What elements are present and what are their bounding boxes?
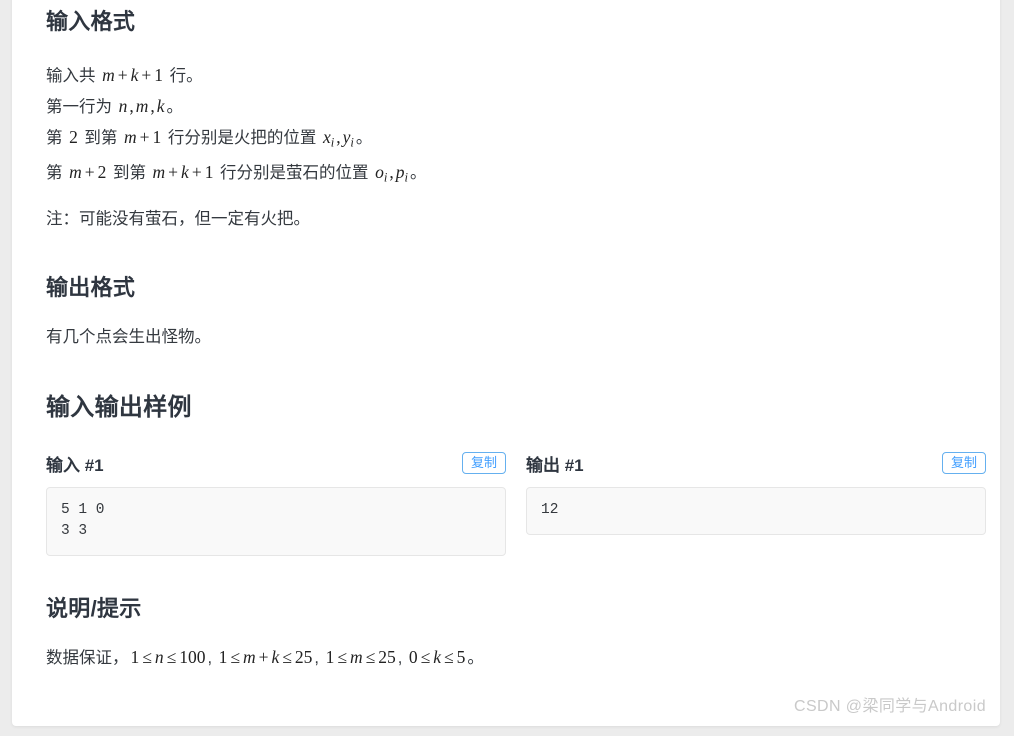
heading-samples: 输入输出样例 <box>46 394 192 421</box>
hint-sep-2: , <box>314 649 324 667</box>
line2-text-a: 第一行为 <box>46 98 117 116</box>
line4-math-3: oi, pi <box>375 162 408 185</box>
sample-input-block: 输入 #1 复制 5 1 0 3 3 <box>46 448 506 571</box>
hint-sep-3: , <box>397 649 407 667</box>
paragraph-input-format-note: 注：可能没有萤石，但一定有火把。 <box>46 210 310 228</box>
input-format-line-2: 第一行为 n, m, k。 <box>46 91 427 122</box>
copy-output-button[interactable]: 复制 <box>941 452 986 474</box>
sample-output-code[interactable]: 12 <box>526 487 986 535</box>
line4-text-a: 第 <box>46 164 68 183</box>
card-inner: 输入格式 输入共 m + k +1 行。 第一行为 n, m, k。 第 2 到第 m +1… <box>12 0 1000 726</box>
hint-sep-1: , <box>207 649 217 667</box>
hint-constraint-2: 1 ≤ m + k ≤25 <box>218 647 313 667</box>
paragraph-output-format: 有几个点会生出怪物。 <box>46 328 211 346</box>
heading-hint: 说明/提示 <box>46 596 142 621</box>
input-format-line-1: 输入共 m + k +1 行。 <box>46 60 427 91</box>
line4-text-d: 。 <box>410 164 427 183</box>
line3-math-3: xi, yi <box>322 127 354 150</box>
line1-text-b: 行。 <box>165 67 203 85</box>
sample-input-code[interactable]: 5 1 0 3 3 <box>46 487 506 556</box>
sample-input-title: 输入 #1 <box>46 455 104 475</box>
paragraph-hint: 数据保证， 1 ≤ n ≤100, 1 ≤ m + k ≤25, 1 ≤ m ≤25, 0 ≤ k ≤5。 <box>46 642 484 673</box>
hint-constraint-1: 1 ≤ n ≤100 <box>130 647 206 667</box>
input-format-line-3: 第 2 到第 m +1 行分别是火把的位置 xi, yi。 <box>46 122 427 157</box>
hint-text-prefix: 数据保证， <box>46 649 129 667</box>
copy-input-button[interactable]: 复制 <box>461 452 506 474</box>
paragraph-input-format: 输入共 m + k +1 行。 第一行为 n, m, k。 第 2 到第 m +1 行分别是… <box>46 60 427 193</box>
line1-math: m + k +1 <box>102 65 164 85</box>
hint-text-suffix: 。 <box>467 649 484 667</box>
line3-math-2: m +1 <box>124 127 162 147</box>
line4-math-2: m + k +1 <box>152 162 214 183</box>
line3-text-c: 行分别是火把的位置 <box>163 129 321 147</box>
problem-content-card: 输入格式 输入共 m + k +1 行。 第一行为 n, m, k。 第 2 到第 m +1… <box>12 0 1000 726</box>
line2-text-b: 。 <box>166 98 184 116</box>
line3-text-d: 。 <box>355 129 373 147</box>
hint-constraint-4: 0 ≤ k ≤5 <box>408 647 466 667</box>
line2-math: n,m,k <box>118 96 165 116</box>
csdn-watermark: CSDN @梁同学与Android <box>794 698 986 715</box>
sample-output-block: 输出 #1 复制 12 <box>526 448 986 571</box>
line1-text-a: 输入共 <box>46 67 101 85</box>
line3-text-a: 第 <box>46 129 68 147</box>
samples-row: 输入 #1 复制 5 1 0 3 3 输出 #1 复制 12 <box>46 448 986 571</box>
sample-output-header: 输出 #1 复制 <box>526 448 986 478</box>
heading-input-format: 输入格式 <box>46 9 136 34</box>
line4-text-c: 行分别是萤石的位置 <box>215 164 374 183</box>
input-format-line-4: 第 m +2 到第 m + k +1 行分别是萤石的位置 oi, pi。 <box>46 157 427 192</box>
heading-output-format: 输出格式 <box>46 275 136 300</box>
line3-math-1: 2 <box>69 127 78 147</box>
line3-text-b: 到第 <box>79 129 123 147</box>
hint-constraint-3: 1 ≤ m ≤25 <box>325 647 396 667</box>
line4-text-b: 到第 <box>108 164 151 183</box>
line4-math-1: m +2 <box>69 162 107 183</box>
sample-output-title: 输出 #1 <box>526 455 584 475</box>
sample-input-header: 输入 #1 复制 <box>46 448 506 478</box>
